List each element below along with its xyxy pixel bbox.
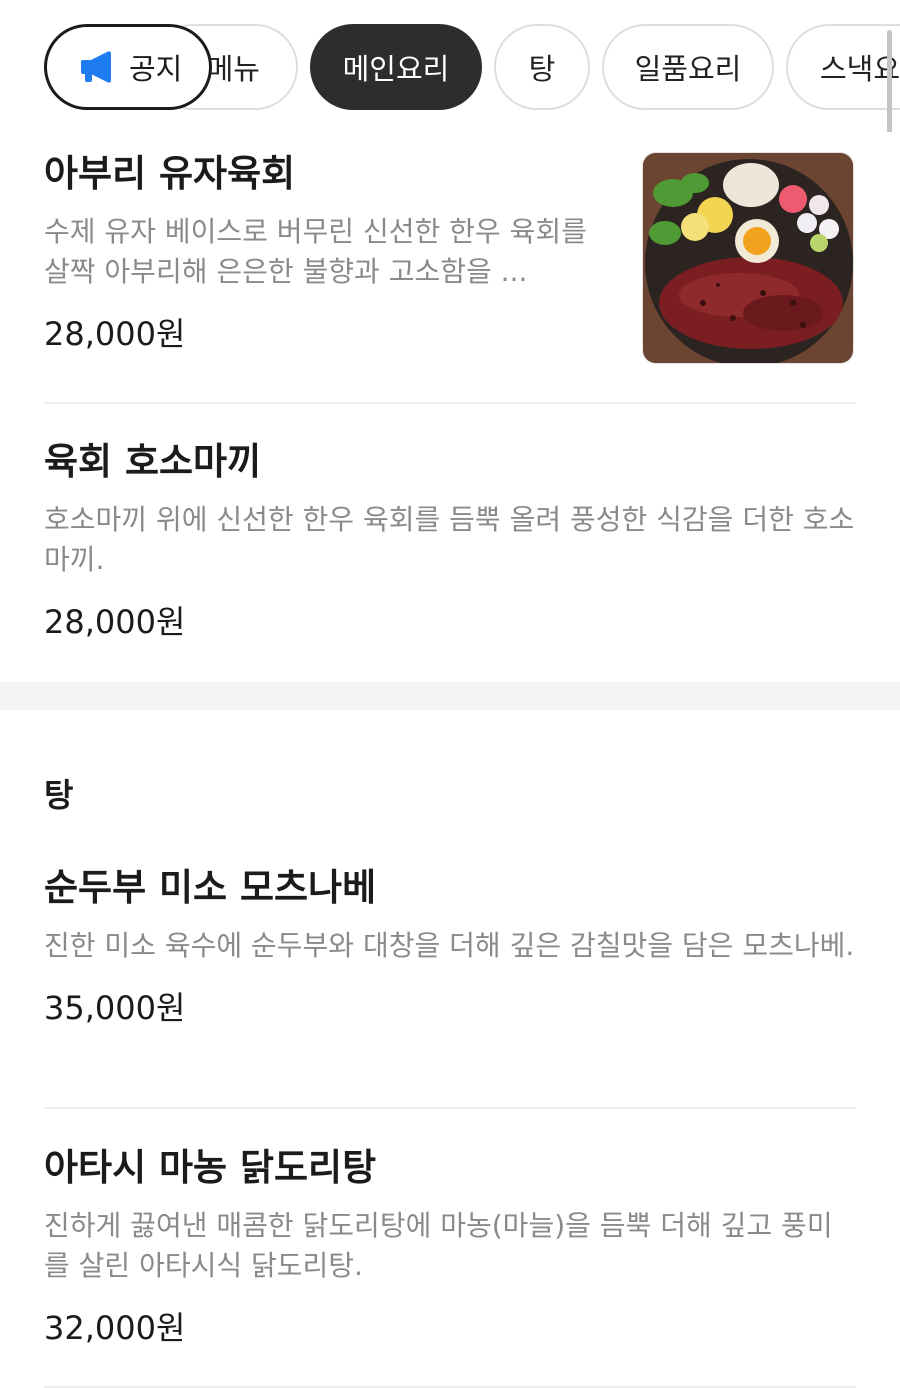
item-price: 32,000원 [44,1309,186,1347]
tab-tang[interactable]: 탕 [494,24,590,110]
section-title: 탕 [44,776,74,814]
tab-label: 일품요리 [634,52,742,86]
item-description: 진하게 끓여낸 매콤한 닭도리탕에 마농(마늘)을 듬뿍 더해 깊고 풍미를 살… [44,1209,833,1282]
divider [44,1107,856,1109]
item-description: 호소마끼 위에 신선한 한우 육회를 듬뿍 올려 풍성한 식감을 더한 호소마끼… [44,503,855,576]
divider [44,402,856,404]
item-photo[interactable] [642,152,854,364]
notice-label: 공지 [129,52,183,86]
scrollbar[interactable] [887,30,892,132]
item-price: 35,000원 [44,989,186,1027]
tab-main-dishes[interactable]: 메인요리 [310,24,482,110]
menu-item[interactable]: 육회 호소마끼 호소마끼 위에 신선한 한우 육회를 듬뿍 올려 풍성한 식감을… [44,440,856,642]
item-description: 진한 미소 육수에 순두부와 대창을 더해 깊은 감칠맛을 담은 모츠나베. [44,929,855,962]
item-name: 아부리 유자육회 [44,152,296,195]
menu-item[interactable]: 순두부 미소 모츠나베 진한 미소 육수에 순두부와 대창을 더해 깊은 감칠맛… [44,866,856,1028]
menu-item[interactable]: 아타시 마농 닭도리탕 진하게 끓여낸 매콤한 닭도리탕에 마농(마늘)을 듬뿍… [44,1146,856,1348]
item-name: 육회 호소마끼 [44,440,262,483]
item-description: 수제 유자 베이스로 버무린 신선한 한우 육회를 살짝 아부리해 은은한 불향… [44,215,587,288]
item-price: 28,000원 [44,315,186,353]
notice-button[interactable]: 공지 [44,24,212,110]
category-tab-bar: 메뉴 메인요리 탕 일품요리 스낵요리 공지 [0,0,900,132]
tab-label: 메뉴 [206,52,260,86]
section-separator [0,682,900,710]
tab-snack[interactable]: 스낵요리 [786,24,900,110]
tab-label: 탕 [528,52,556,86]
menu-item[interactable]: 아부리 유자육회 수제 유자 베이스로 버무린 신선한 한우 육회를 살짝 아부… [44,152,604,354]
megaphone-icon [77,50,117,84]
item-price: 28,000원 [44,603,186,641]
item-name: 순두부 미소 모츠나베 [44,866,377,909]
tab-ilpum[interactable]: 일품요리 [602,24,774,110]
item-name: 아타시 마농 닭도리탕 [44,1146,377,1189]
tab-label: 메인요리 [342,52,450,86]
